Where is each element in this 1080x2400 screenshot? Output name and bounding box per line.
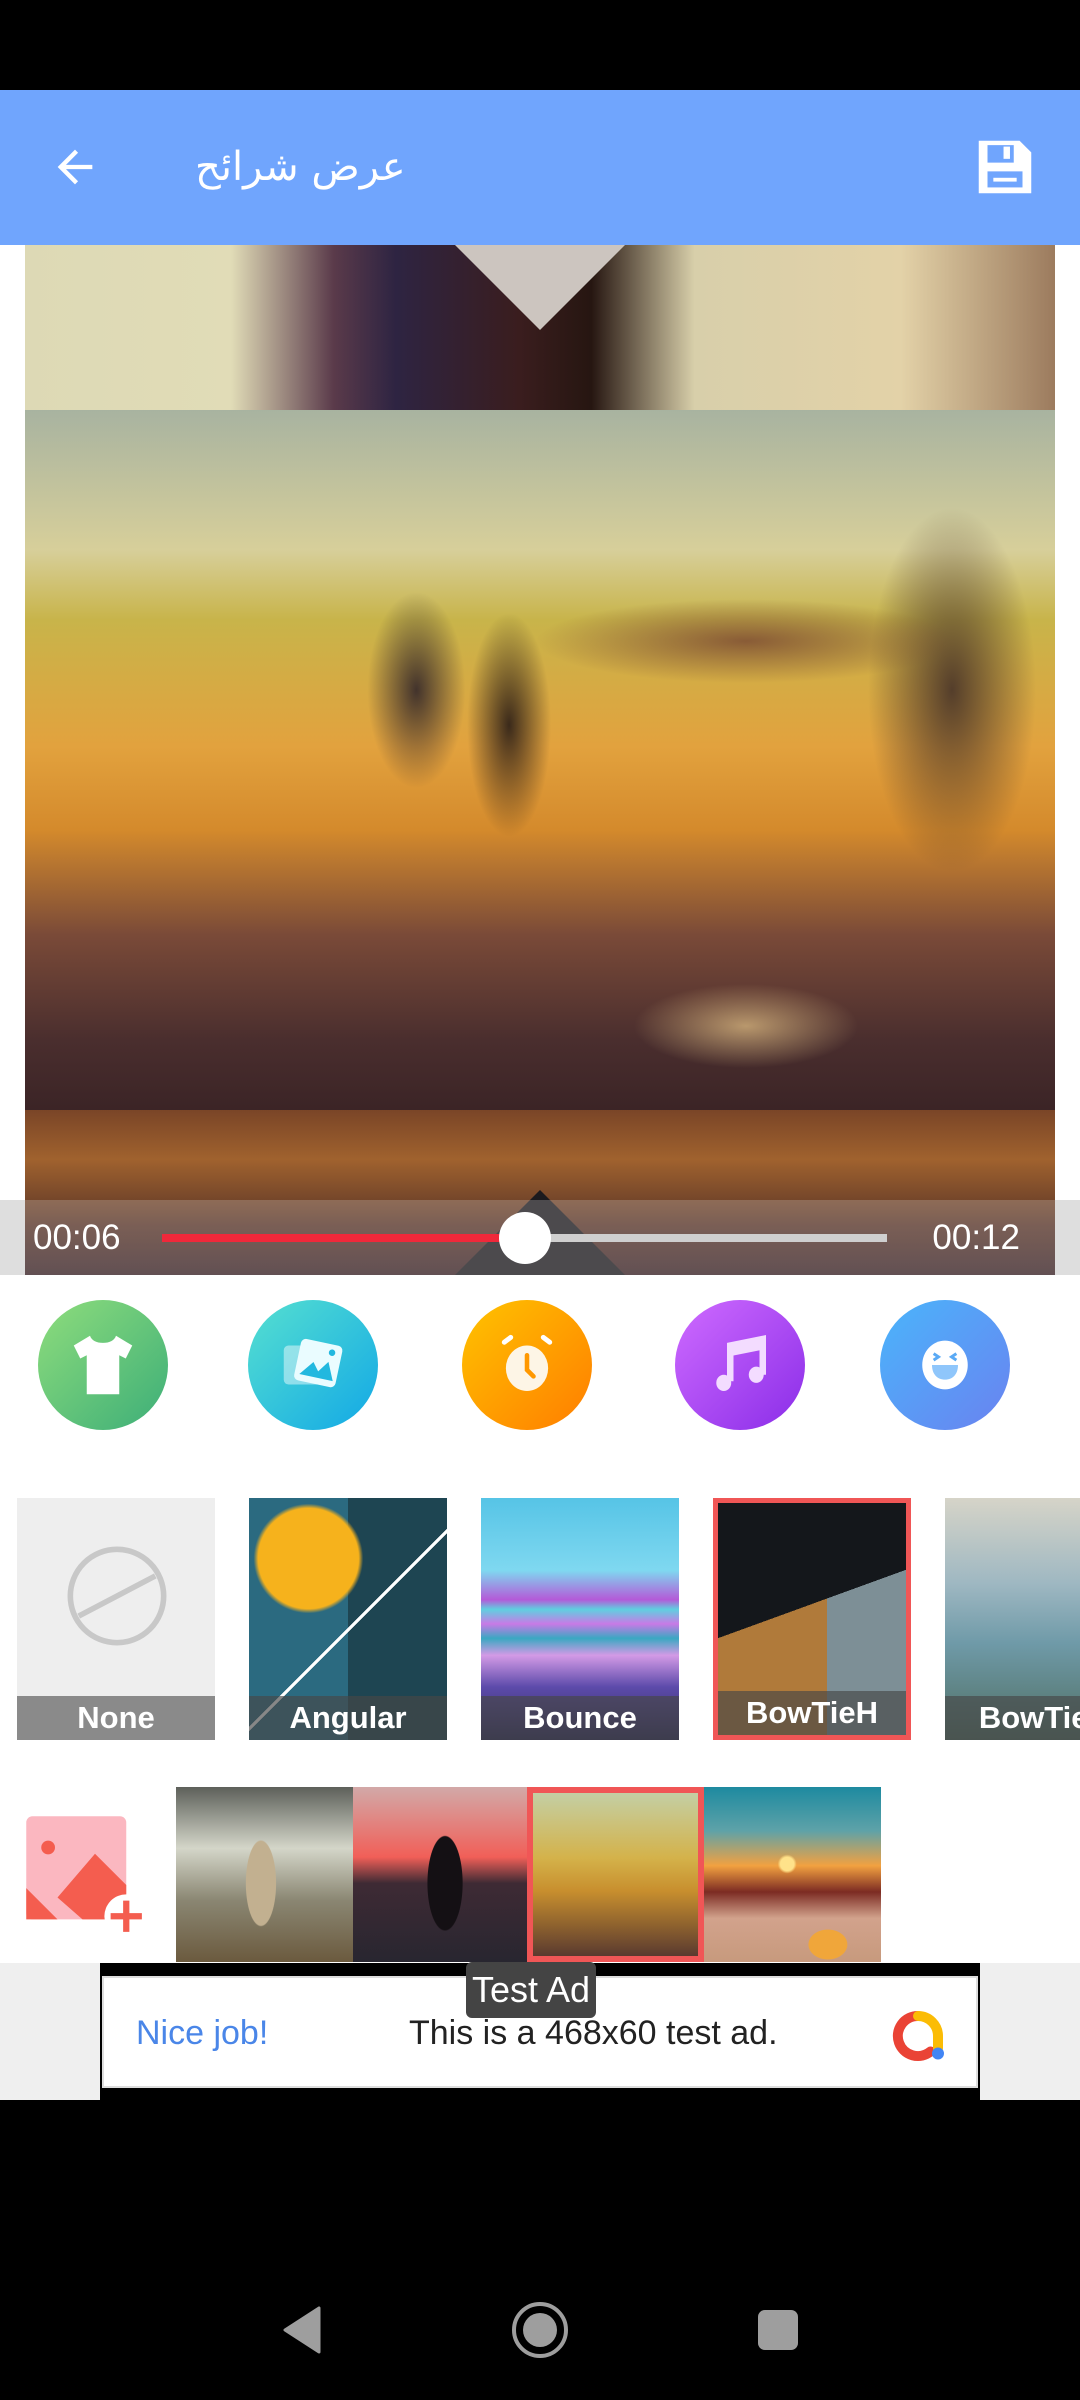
laughing-face-icon — [922, 1340, 968, 1390]
tshirt-icon — [73, 1335, 133, 1395]
transition-label: BowTieV — [945, 1696, 1080, 1740]
seek-band-edge — [1055, 1200, 1080, 1275]
background-image-button[interactable] — [248, 1300, 378, 1430]
music-button[interactable] — [675, 1300, 805, 1430]
page-title: عرض شرائح — [195, 144, 406, 190]
preview-transition-top — [25, 245, 1055, 410]
transition-list[interactable]: None Angular Bounce BowTieH BowTieV — [0, 1498, 1080, 1743]
nav-back-button[interactable] — [263, 2290, 343, 2370]
preview-image — [25, 410, 1055, 1110]
transition-label: Bounce — [481, 1696, 679, 1740]
back-button[interactable] — [40, 132, 110, 202]
floppy-disk-icon — [978, 140, 1032, 194]
seek-thumb[interactable] — [498, 1212, 551, 1264]
nav-home-button[interactable] — [500, 2290, 580, 2370]
transition-label: BowTieH — [718, 1691, 906, 1735]
seek-band-edge — [0, 1200, 25, 1275]
nav-home-icon — [512, 2302, 568, 2358]
music-note-icon — [716, 1335, 766, 1391]
nav-back-icon — [283, 2306, 321, 2354]
transition-bowtieh[interactable]: BowTieH — [713, 1498, 911, 1740]
seek-progress — [162, 1234, 525, 1242]
app-bar: عرض شرائح — [0, 90, 1080, 245]
transition-label: Angular — [249, 1696, 447, 1740]
transition-none[interactable]: None — [17, 1498, 215, 1740]
photo-strip — [0, 1785, 1080, 1965]
image-icon — [283, 1338, 343, 1388]
photo-thumbnail[interactable] — [353, 1787, 530, 1962]
arrow-left-icon — [57, 149, 93, 185]
test-ad-badge: Test Ad — [466, 1962, 597, 2018]
transition-label: None — [17, 1696, 215, 1740]
sticker-button[interactable] — [880, 1300, 1010, 1430]
photo-thumbnail[interactable] — [704, 1787, 881, 1962]
ad-headline[interactable]: Nice job! — [136, 2011, 268, 2055]
seek-slider[interactable] — [162, 1212, 887, 1264]
nav-recents-button[interactable] — [738, 2290, 818, 2370]
duration-button[interactable] — [462, 1300, 592, 1430]
ad-logo-icon — [892, 2010, 944, 2061]
slideshow-preview[interactable] — [25, 245, 1055, 1275]
add-photo-button[interactable] — [20, 1810, 149, 1939]
total-time: 00:12 — [932, 1218, 1020, 1257]
none-icon — [67, 1546, 167, 1646]
system-nav-bar — [0, 2255, 1080, 2400]
alarm-clock-icon — [501, 1334, 553, 1391]
ad-body[interactable]: This is a 468x60 test ad. — [409, 2011, 778, 2055]
current-time: 00:06 — [33, 1218, 121, 1257]
photo-thumbnail[interactable] — [176, 1787, 353, 1962]
add-photo-icon — [26, 1816, 149, 1939]
nav-recents-icon — [758, 2310, 798, 2350]
save-button[interactable] — [968, 130, 1042, 204]
photo-thumbnail-selected[interactable] — [527, 1787, 704, 1962]
tool-bar — [0, 1295, 1080, 1435]
transition-angular[interactable]: Angular — [249, 1498, 447, 1740]
transition-bounce[interactable]: Bounce — [481, 1498, 679, 1740]
transition-bowtiev[interactable]: BowTieV — [945, 1498, 1080, 1740]
editor-content: 00:06 00:12 None Angular Bounce BowTieH … — [0, 245, 1080, 2100]
status-bar — [0, 0, 1080, 90]
theme-button[interactable] — [38, 1300, 168, 1430]
